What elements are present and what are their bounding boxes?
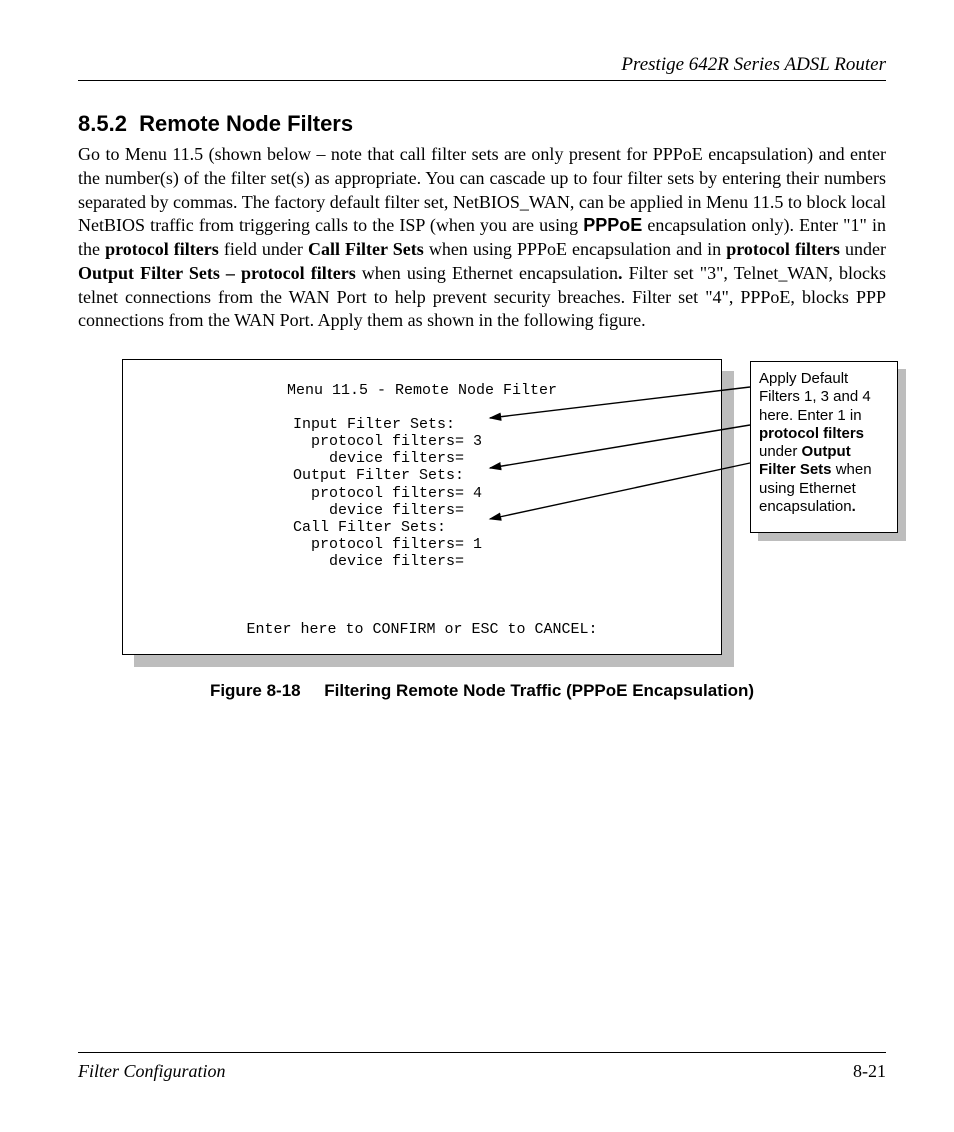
pppoe-bold-text: PPPoE	[583, 215, 642, 235]
terminal-title: Menu 11.5 - Remote Node Filter	[143, 382, 701, 399]
terminal-line: protocol filters= 3	[293, 433, 482, 450]
document-page: Prestige 642R Series ADSL Router 8.5.2 R…	[0, 0, 954, 1132]
figure-container: Menu 11.5 - Remote Node Filter Input Fil…	[122, 359, 942, 679]
callout-bold: protocol filters	[759, 425, 864, 442]
para-text: when using PPPoE encapsulation and in	[424, 239, 726, 259]
output-filter-sets-bold: Output Filter Sets – protocol filters	[78, 263, 356, 283]
page-header: Prestige 642R Series ADSL Router	[78, 54, 886, 81]
section-title-text: Remote Node Filters	[139, 111, 353, 136]
terminal-line: device filters=	[293, 553, 464, 570]
callout-text: Apply Default Filters 1, 3 and 4 here. E…	[759, 370, 871, 424]
terminal-body: Input Filter Sets: protocol filters= 3 d…	[293, 416, 701, 570]
terminal-window: Menu 11.5 - Remote Node Filter Input Fil…	[122, 359, 722, 655]
terminal-line: Call Filter Sets:	[293, 519, 446, 536]
para-text: under	[840, 239, 886, 259]
section-number: 8.5.2	[78, 111, 127, 136]
body-paragraph: Go to Menu 11.5 (shown below – note that…	[78, 143, 886, 333]
protocol-filters-bold: protocol filters	[105, 239, 219, 259]
page-footer: Filter Configuration 8-21	[78, 1052, 886, 1082]
footer-page-number: 8-21	[853, 1061, 886, 1082]
terminal-line: Output Filter Sets:	[293, 467, 464, 484]
footer-section-name: Filter Configuration	[78, 1061, 226, 1082]
section-heading: 8.5.2 Remote Node Filters	[78, 111, 886, 137]
callout-annotation: Apply Default Filters 1, 3 and 4 here. E…	[750, 361, 898, 533]
terminal-line: protocol filters= 1	[293, 536, 482, 553]
figure-caption: Figure 8-18 Filtering Remote Node Traffi…	[78, 681, 886, 701]
terminal-line: device filters=	[293, 450, 464, 467]
call-filter-sets-bold: Call Filter Sets	[308, 239, 424, 259]
callout-text: under	[759, 443, 802, 460]
header-title: Prestige 642R Series ADSL Router	[621, 54, 886, 75]
terminal-line: protocol filters= 4	[293, 485, 482, 502]
para-text: field under	[219, 239, 308, 259]
terminal-line: Input Filter Sets:	[293, 416, 455, 433]
terminal-confirm-line: Enter here to CONFIRM or ESC to CANCEL:	[143, 621, 701, 638]
terminal-line: device filters=	[293, 502, 464, 519]
para-text: when using Ethernet encapsulation	[356, 263, 618, 283]
protocol-filters-bold: protocol filters	[726, 239, 840, 259]
figure-label: Figure 8-18	[210, 681, 301, 700]
callout-bold: .	[852, 498, 856, 515]
figure-caption-text: Filtering Remote Node Traffic (PPPoE Enc…	[324, 681, 754, 700]
